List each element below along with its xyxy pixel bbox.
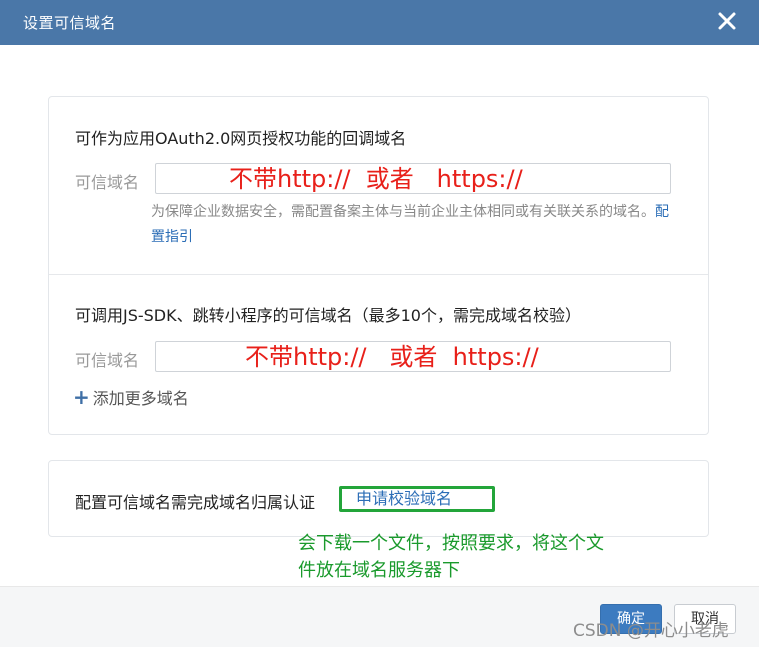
green-annotation-line1: 会下载一个文件，按照要求，将这个文 [298,533,604,554]
green-annotation-line2: 件放在域名服务器下 [298,560,460,581]
green-annotation: 会下载一个文件，按照要求，将这个文 件放在域名服务器下 [298,530,678,584]
jssdk-domain-input[interactable]: 不带http:// 或者 https:// [155,341,671,372]
dialog-titlebar: 设置可信域名 [0,0,759,45]
jssdk-annotation: 不带http:// 或者 https:// [245,343,539,371]
csdn-watermark: CSDN @开心小老虎 [573,621,729,641]
domain-config-card: 可作为应用OAuth2.0网页授权功能的回调域名 可信域名 不带http:// … [48,96,709,435]
oauth-hint: 为保障企业数据安全，需配置备案主体与当前企业主体相同或有关联关系的域名。配置指引 [151,200,681,250]
oauth-annotation: 不带http:// 或者 https:// [229,165,523,193]
close-icon[interactable] [715,9,739,33]
add-more-domains-button[interactable]: + 添加更多域名 [73,385,189,409]
oauth-hint-text: 为保障企业数据安全，需配置备案主体与当前企业主体相同或有关联关系的域名。 [151,204,655,220]
verify-text: 配置可信域名需完成域名归属认证 [75,493,316,512]
dialog-title: 设置可信域名 [23,14,117,32]
apply-verify-domain-button[interactable]: 申请校验域名 [339,486,495,512]
oauth-section-title: 可作为应用OAuth2.0网页授权功能的回调域名 [75,129,407,148]
section-divider [49,274,708,275]
oauth-domain-input[interactable]: 不带http:// 或者 https:// [155,163,671,194]
plus-icon: + [73,385,90,409]
jssdk-section-title: 可调用JS-SDK、跳转小程序的可信域名（最多10个，需完成域名校验） [75,306,581,325]
verify-card: 配置可信域名需完成域名归属认证 申请校验域名 [48,460,709,537]
oauth-field-label: 可信域名 [75,173,140,192]
add-more-label: 添加更多域名 [92,389,189,408]
jssdk-field-label: 可信域名 [75,351,140,370]
